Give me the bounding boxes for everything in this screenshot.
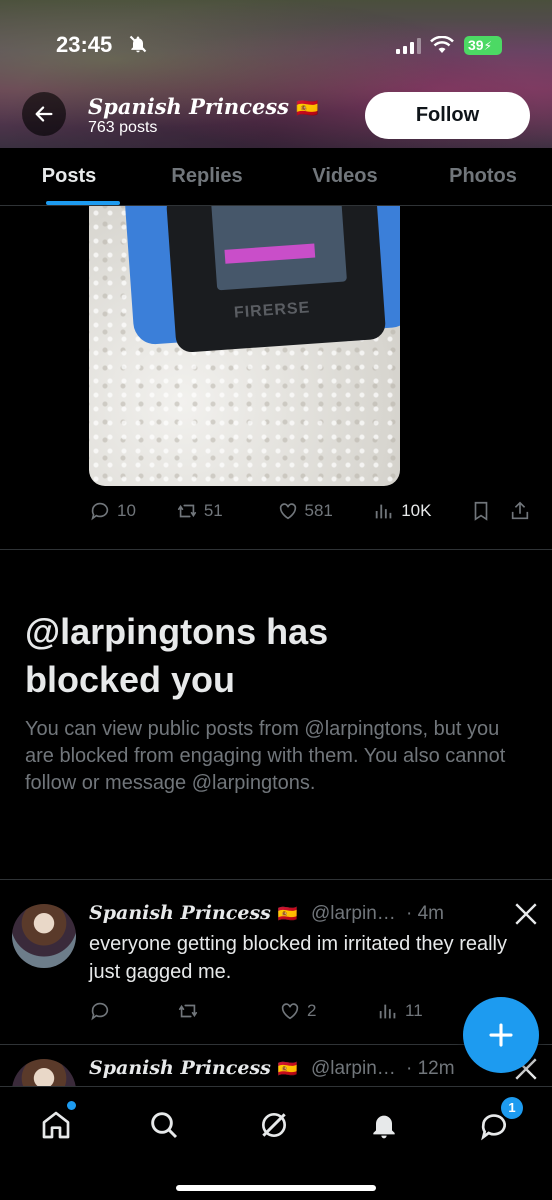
divider bbox=[0, 549, 552, 550]
follow-button[interactable]: Follow bbox=[365, 92, 530, 139]
home-icon bbox=[42, 1111, 70, 1139]
active-tab-indicator bbox=[46, 201, 120, 205]
bookmark-button[interactable] bbox=[470, 500, 509, 522]
repost-count: 51 bbox=[203, 501, 223, 520]
messages-badge: 1 bbox=[501, 1097, 523, 1119]
views-icon bbox=[375, 504, 392, 519]
like-icon bbox=[279, 503, 296, 520]
views-button[interactable]: 11 bbox=[377, 1000, 475, 1022]
like-button[interactable]: 581 bbox=[277, 500, 374, 522]
x-logo-icon[interactable] bbox=[513, 901, 539, 927]
device-screen-band bbox=[224, 243, 316, 264]
tweet-author-name: Spanish Princess bbox=[89, 1057, 271, 1079]
bookmark-icon bbox=[474, 501, 488, 521]
tab-photos[interactable]: Photos bbox=[414, 148, 552, 205]
home-indicator bbox=[176, 1185, 376, 1191]
tweet-author[interactable]: Spanish Princess 🇪🇸 bbox=[89, 1057, 297, 1079]
views-button[interactable]: 10K bbox=[373, 500, 470, 522]
search-icon bbox=[151, 1112, 178, 1139]
blocked-title: @larpingtons has blocked you bbox=[25, 611, 329, 700]
flag-emoji: 🇪🇸 bbox=[277, 1059, 298, 1078]
wifi-icon bbox=[430, 36, 454, 53]
tweet-author-name: Spanish Princess bbox=[89, 902, 271, 924]
compose-button[interactable] bbox=[463, 997, 539, 1073]
home-notification-dot bbox=[67, 1101, 76, 1110]
flag-emoji: 🇪🇸 bbox=[296, 98, 319, 119]
plus-icon bbox=[489, 1023, 513, 1047]
reply-count: 10 bbox=[117, 501, 136, 520]
tweet-handle: @larpin… bbox=[311, 1058, 396, 1079]
nav-notifications[interactable] bbox=[364, 1105, 404, 1145]
post-count: 763 posts bbox=[88, 119, 158, 136]
notifications-icon bbox=[373, 1115, 395, 1139]
profile-name: Spanish Princess 🇪🇸 bbox=[88, 94, 319, 119]
post-actions: 10 51 581 10K bbox=[89, 496, 539, 526]
reply-icon bbox=[91, 502, 109, 521]
nav-search[interactable] bbox=[144, 1105, 184, 1145]
tweet-time: · 12m bbox=[406, 1058, 455, 1079]
views-count: 10K bbox=[401, 501, 432, 520]
views-count: 11 bbox=[405, 1001, 423, 1020]
blocked-description: You can view public posts from @larpingt… bbox=[25, 718, 506, 794]
repost-button[interactable]: 51 bbox=[176, 500, 277, 522]
back-button[interactable] bbox=[22, 92, 66, 136]
profile-tabs: Posts Replies Videos Photos bbox=[0, 148, 552, 206]
avatar[interactable] bbox=[12, 904, 76, 968]
tab-videos[interactable]: Videos bbox=[276, 148, 414, 205]
reply-icon bbox=[91, 1002, 109, 1021]
share-button[interactable] bbox=[509, 500, 539, 522]
flag-emoji: 🇪🇸 bbox=[277, 904, 298, 923]
repost-button[interactable] bbox=[177, 1000, 279, 1022]
like-count: 581 bbox=[304, 501, 333, 520]
signal-icon bbox=[396, 38, 421, 54]
post-media-image[interactable]: FIRERSE bbox=[89, 206, 400, 486]
device-screen bbox=[211, 206, 347, 291]
nav-grok[interactable] bbox=[254, 1105, 294, 1145]
tab-posts[interactable]: Posts bbox=[0, 148, 138, 205]
back-arrow-icon bbox=[35, 106, 53, 122]
tab-replies[interactable]: Replies bbox=[138, 148, 276, 205]
like-icon bbox=[281, 1003, 299, 1020]
grok-icon bbox=[262, 1113, 286, 1137]
like-count: 2 bbox=[307, 1001, 317, 1020]
nav-home[interactable] bbox=[36, 1105, 76, 1145]
like-button[interactable]: 2 bbox=[279, 1000, 377, 1022]
bottom-nav: 1 bbox=[0, 1086, 552, 1200]
repost-icon bbox=[177, 504, 196, 518]
reply-button[interactable]: 10 bbox=[89, 500, 176, 522]
tweet-handle: @larpin… bbox=[311, 903, 396, 924]
reply-button[interactable] bbox=[89, 1000, 177, 1022]
tweet-text: everyone getting blocked im irritated th… bbox=[89, 933, 507, 983]
status-time: 23:45 bbox=[56, 32, 113, 57]
share-icon bbox=[512, 501, 529, 520]
views-icon bbox=[379, 1004, 396, 1019]
tweet-time: · 4m bbox=[406, 903, 444, 924]
battery-level: 39 bbox=[468, 37, 484, 53]
tweet-author[interactable]: Spanish Princess 🇪🇸 bbox=[89, 902, 297, 924]
divider bbox=[0, 879, 552, 880]
repost-icon bbox=[178, 1004, 198, 1018]
battery-indicator: 39⚡ bbox=[464, 36, 502, 55]
avatar[interactable] bbox=[12, 1059, 76, 1086]
profile-name-text: Spanish Princess bbox=[88, 94, 289, 119]
profile-header: 23:45 39⚡ Spanish Princess 🇪🇸 763 posts … bbox=[0, 0, 552, 148]
bell-off-icon bbox=[129, 35, 147, 53]
